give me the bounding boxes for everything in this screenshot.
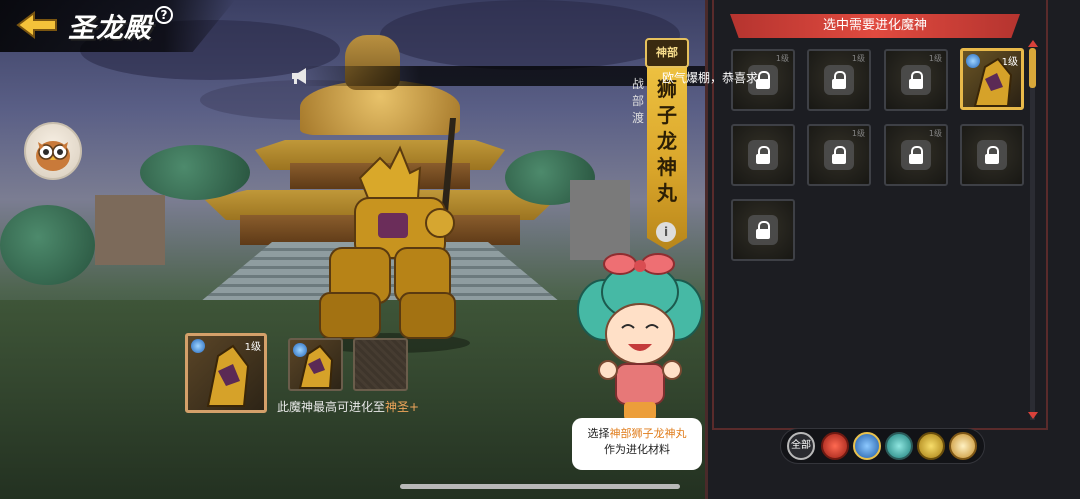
speech-line-2: 作为进化材料 [604,443,670,456]
evolve-hint-prefix: 此魔神最高可进化至 [277,400,386,414]
lock-icon [977,140,1007,170]
mecha-cell-locked[interactable] [731,124,795,186]
mecha-cell-locked[interactable] [731,199,795,261]
wall-right [570,180,630,260]
speech-bubble: 选择神部狮子龙神丸 作为进化材料 [572,418,702,470]
mecha-cell-locked[interactable]: 1级 [884,124,948,186]
thunder-element-icon[interactable] [917,432,945,460]
lock-icon [901,65,931,95]
filter-all-button[interactable]: 全部 [787,432,815,460]
mecha-portrait [298,344,334,389]
mecha-cell-locked[interactable]: 1级 [807,49,871,111]
speech-highlight: 神部狮子龙神丸 [609,427,687,440]
faction-badge: 神部 [645,38,689,68]
evolve-hint: 此魔神最高可进化至神圣+ [277,398,419,415]
affiliation-text: 战部渡 [632,77,645,125]
scroll-down-arrow-icon[interactable] [1028,412,1038,419]
info-icon[interactable]: i [656,222,676,242]
light-element-icon[interactable] [949,432,977,460]
help-icon[interactable]: ? [155,6,173,24]
golden-mech-figure [310,118,470,353]
mecha-name: 狮子龙神丸 [657,77,677,205]
material-slot-main[interactable]: 1级 [185,333,267,413]
home-indicator[interactable] [400,484,680,489]
owl-avatar-button[interactable] [24,122,82,180]
material-slot-empty[interactable] [353,338,408,391]
announcement-text: 欧气爆棚，恭喜求 [662,71,759,85]
mecha-cell-locked[interactable] [960,124,1024,186]
mascot-girl [577,253,703,420]
owl-icon [36,141,70,171]
lock-icon [748,215,778,245]
wall-left [95,195,165,265]
speech-line-1: 选择神部狮子龙神丸 [572,426,702,442]
fire-element-icon[interactable] [821,432,849,460]
page-title: 圣龙殿 [68,13,152,44]
mecha-portrait [973,57,1013,107]
mecha-portrait [206,344,250,407]
water-element-icon[interactable] [853,432,881,460]
wind-element-icon[interactable] [885,432,913,460]
lock-icon [824,140,854,170]
panel-title: 选中需要进化魔神 [730,14,1020,38]
lock-icon [901,140,931,170]
lock-icon [748,140,778,170]
mecha-cell-locked[interactable]: 1级 [884,49,948,111]
mecha-cell-selected[interactable]: 1级 [960,48,1024,110]
material-slot-2[interactable] [288,338,343,391]
back-arrow-icon[interactable] [16,10,60,40]
megaphone-icon [292,68,306,84]
scroll-up-arrow-icon[interactable] [1028,40,1038,47]
scrollbar-track[interactable] [1030,50,1035,420]
speech-prefix: 选择 [587,427,610,440]
lock-icon [824,65,854,95]
evolve-hint-target: 神圣+ [385,400,420,414]
mecha-cell-locked[interactable]: 1级 [807,124,871,186]
tree-left [0,205,95,285]
scrollbar-thumb[interactable] [1029,48,1036,88]
tree-mid-left [140,145,250,200]
